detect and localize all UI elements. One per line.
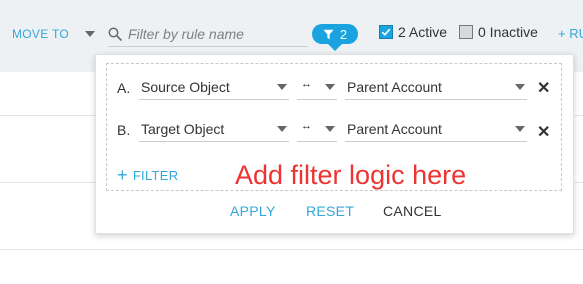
value-select[interactable]: Parent Account xyxy=(345,116,527,142)
chevron-down-icon xyxy=(325,126,335,132)
chevron-down-icon xyxy=(515,84,525,90)
chevron-down-icon xyxy=(277,84,287,90)
field-select[interactable]: Source Object xyxy=(139,74,289,100)
double-arrow-icon: ↔ xyxy=(301,78,312,90)
inactive-checkbox[interactable]: 0 Inactive xyxy=(459,24,538,40)
filter-criteria-box: A. Source Object ↔ Parent Account ✕ B. T… xyxy=(106,63,562,191)
operator-select[interactable]: ↔ xyxy=(297,116,337,142)
chevron-down-icon xyxy=(515,126,525,132)
list-divider xyxy=(0,249,583,250)
filter-row: B. Target Object ↔ Parent Account ✕ xyxy=(107,116,563,142)
add-filter-button[interactable]: + FILTER xyxy=(117,165,179,185)
active-label: 2 Active xyxy=(398,24,448,40)
inactive-label: 0 Inactive xyxy=(478,24,538,40)
value-select[interactable]: Parent Account xyxy=(345,74,527,100)
remove-filter-icon[interactable]: ✕ xyxy=(537,122,550,142)
filter-row-letter: B. xyxy=(117,122,131,138)
add-filter-label: FILTER xyxy=(132,168,179,183)
move-to-label: MOVE TO xyxy=(12,27,70,41)
search-input[interactable] xyxy=(128,26,308,42)
active-checkbox[interactable]: 2 Active xyxy=(379,24,447,40)
operator-select[interactable]: ↔ xyxy=(297,74,337,100)
reset-button[interactable]: RESET xyxy=(306,203,354,219)
checkbox-checked-icon xyxy=(379,25,393,39)
plus-icon: + xyxy=(117,165,128,185)
field-select-value: Source Object xyxy=(141,79,230,95)
field-select-value: Target Object xyxy=(141,121,225,137)
add-rule-button[interactable]: + RU xyxy=(558,26,583,41)
filter-row-letter: A. xyxy=(117,80,131,96)
search-icon xyxy=(108,27,122,41)
filter-logic-hint: Add filter logic here xyxy=(235,160,467,190)
double-arrow-icon: ↔ xyxy=(301,120,312,132)
filter-count: 2 xyxy=(339,26,348,42)
field-select[interactable]: Target Object xyxy=(139,116,289,142)
value-select-value: Parent Account xyxy=(347,121,442,137)
filter-toggle-button[interactable]: 2 xyxy=(312,24,358,44)
checkbox-unchecked-icon xyxy=(459,25,473,39)
filter-row: A. Source Object ↔ Parent Account ✕ xyxy=(107,74,563,100)
value-select-value: Parent Account xyxy=(347,79,442,95)
funnel-icon xyxy=(323,29,334,39)
remove-filter-icon[interactable]: ✕ xyxy=(537,78,550,98)
chevron-down-icon xyxy=(85,31,96,37)
filter-panel: A. Source Object ↔ Parent Account ✕ B. T… xyxy=(95,54,574,234)
cancel-button[interactable]: CANCEL xyxy=(383,203,442,219)
search-box xyxy=(108,22,308,47)
filter-pill-pointer xyxy=(328,44,342,51)
apply-button[interactable]: APPLY xyxy=(230,203,276,219)
move-to-dropdown[interactable]: MOVE TO xyxy=(12,27,96,41)
chevron-down-icon xyxy=(277,126,287,132)
chevron-down-icon xyxy=(325,84,335,90)
